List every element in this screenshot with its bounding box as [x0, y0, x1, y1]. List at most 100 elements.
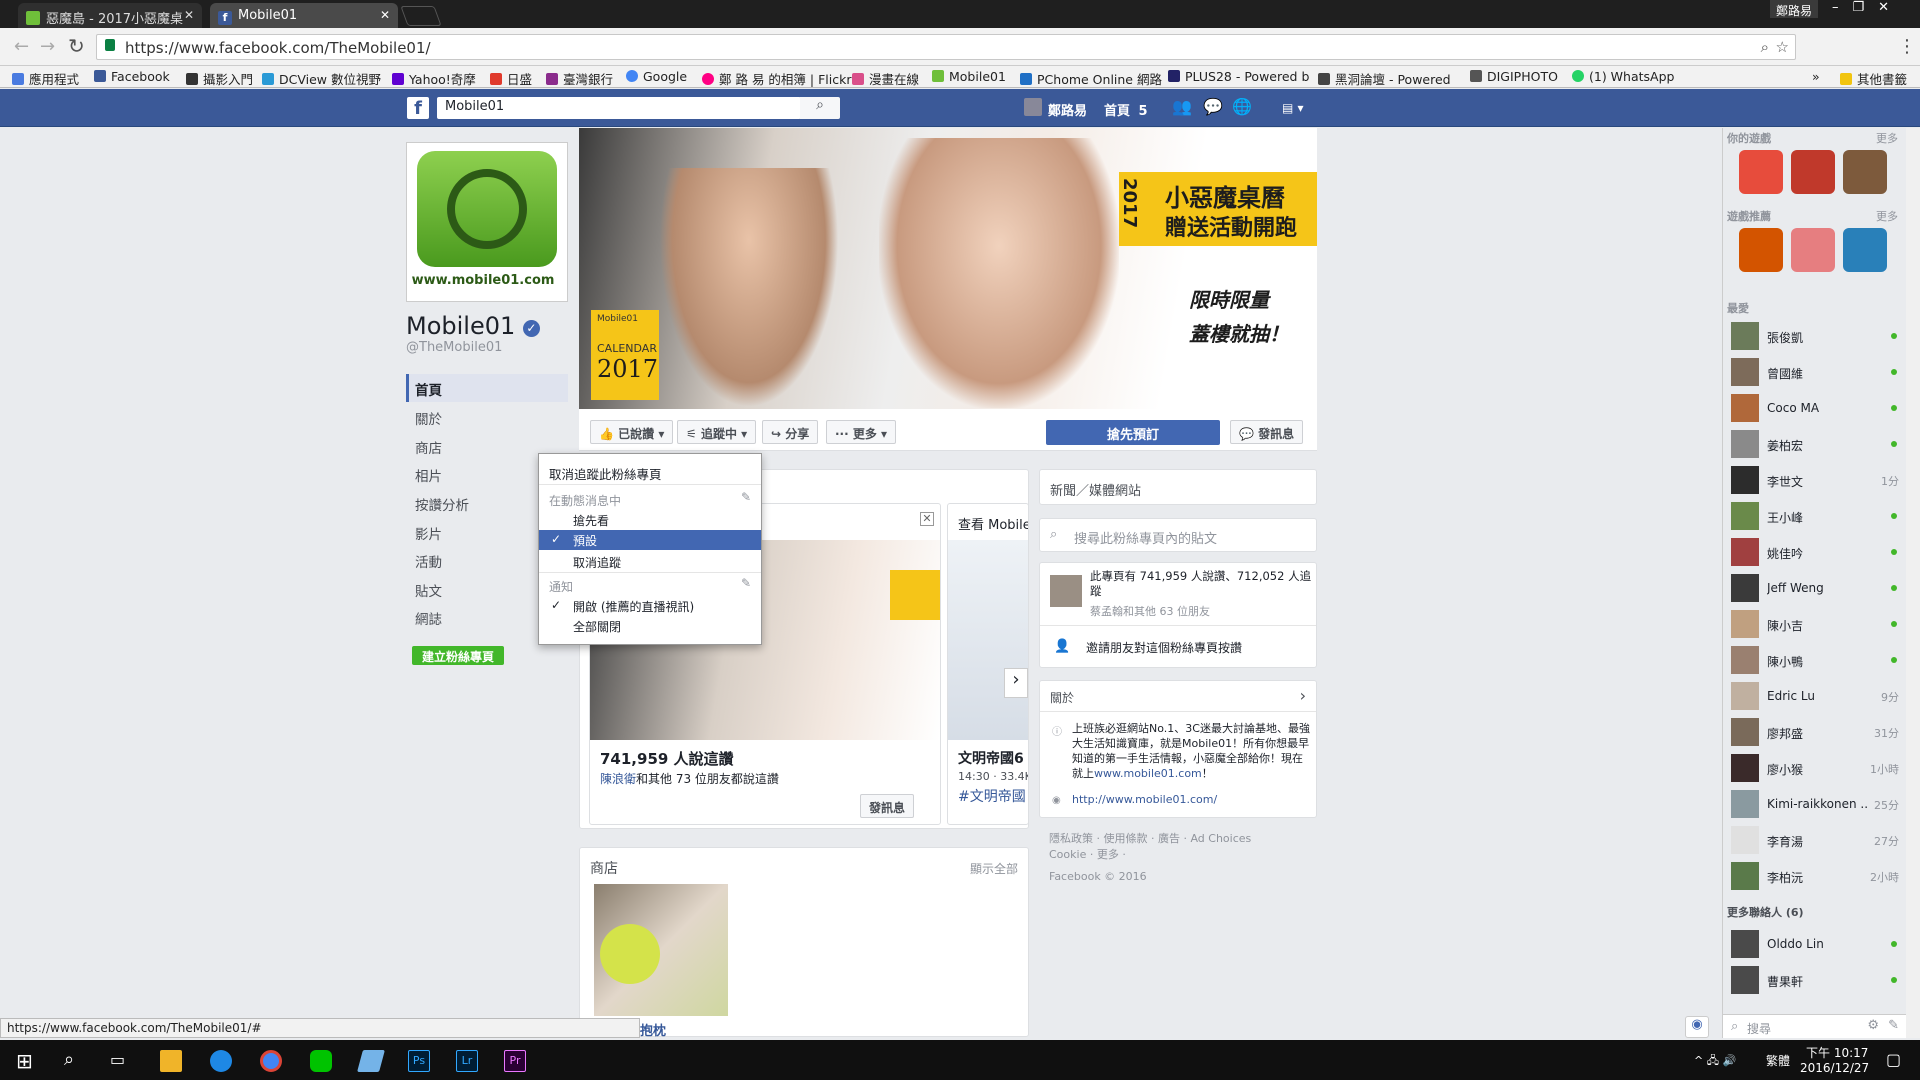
file-explorer-icon[interactable] [160, 1050, 182, 1072]
reload-icon[interactable]: ↻ [68, 34, 85, 58]
game-icon[interactable] [1739, 150, 1783, 194]
compose-icon[interactable]: ✎ [1888, 1018, 1899, 1033]
url-input[interactable]: https://www.facebook.com/TheMobile01/ ⌕ … [96, 34, 1796, 60]
bookmark-whatsapp[interactable]: (1) WhatsApp [1572, 69, 1674, 84]
game-icon[interactable] [1739, 228, 1783, 272]
close-icon[interactable]: ✕ [184, 8, 194, 22]
liked-button[interactable]: 👍 已說讚 ▾ [590, 420, 674, 444]
zoom-icon[interactable]: ⌕ [1761, 38, 1769, 56]
chat-friend-item[interactable]: 王小峰 [1731, 502, 1901, 532]
action-center-icon[interactable]: ▢ [1886, 1050, 1901, 1069]
footer-links-2[interactable]: Cookie · 更多 · [1049, 846, 1126, 862]
chat-friend-item[interactable]: 廖邦盛 31分 [1731, 718, 1901, 748]
game-icon[interactable] [1843, 150, 1887, 194]
shop-item-name[interactable]: 抱枕 [640, 1020, 666, 1039]
chat-friend-item[interactable]: 陳小鴨 [1731, 646, 1901, 676]
forward-arrow-icon[interactable]: → [40, 36, 55, 57]
post-card-2[interactable]: 查看 Mobile › 文明帝國6 14:30 · 33.4K #文明帝國 [947, 503, 1029, 825]
page-profile-picture[interactable]: www.mobile01.com [406, 142, 568, 302]
bookmarks-overflow-icon[interactable]: » [1812, 69, 1820, 84]
invite-friends-link[interactable]: 邀請朋友對這個粉絲專頁按讚 [1086, 639, 1242, 656]
tray-icons[interactable]: ^ 🖧 🔊 [1694, 1052, 1736, 1071]
game-icon[interactable] [1791, 228, 1835, 272]
menu-icon[interactable]: ⋮ [1898, 36, 1916, 57]
facebook-logo-icon[interactable]: f [407, 97, 429, 119]
clock-date[interactable]: 2016/12/27 [1800, 1061, 1869, 1075]
left-nav-about[interactable]: 關於 [415, 408, 442, 428]
bookmark-bot[interactable]: 臺灣銀行 [546, 69, 613, 88]
games-more-link[interactable]: 更多 [1876, 130, 1898, 146]
bookmark-other[interactable]: 其他書籤 [1840, 69, 1907, 88]
windows-start-icon[interactable]: ⊞ [16, 1049, 33, 1073]
chat-friend-item[interactable]: 李世文 1分 [1731, 466, 1901, 496]
nav-home[interactable]: 首頁 5 [1104, 100, 1148, 119]
page-post-search[interactable]: ⌕ 搜尋此粉絲專頁內的貼文 [1039, 518, 1317, 552]
left-nav-home[interactable]: 首頁 [415, 379, 442, 399]
following-button[interactable]: ⚟ 追蹤中 ▾ [677, 420, 757, 444]
game-recs-more-link[interactable]: 更多 [1876, 208, 1898, 224]
browser-tab-1[interactable]: 惡魔島 - 2017小惡魔桌 ✕ [18, 3, 202, 28]
shop-show-all-link[interactable]: 顯示全部 [970, 860, 1018, 877]
bookmark-pchome[interactable]: PChome Online 網路 [1020, 69, 1162, 88]
bookmark-manhua[interactable]: 漫畫在線 [852, 69, 919, 88]
page-scrollbar[interactable] [1906, 128, 1920, 1038]
left-nav-shop[interactable]: 商店 [415, 437, 442, 457]
menu-unfollow-page[interactable]: 取消追蹤此粉絲專頁 [539, 462, 761, 482]
bookmark-mobile01[interactable]: Mobile01 [932, 69, 1006, 84]
website-link[interactable]: http://www.mobile01.com/ [1072, 793, 1217, 806]
bookmark-blackhole[interactable]: 黑洞論壇 - Powered [1318, 69, 1451, 88]
new-tab-button[interactable] [400, 6, 442, 26]
pencil-icon[interactable]: ✎ [741, 576, 751, 590]
chrome-icon[interactable] [260, 1050, 282, 1072]
bookmark-jihsun[interactable]: 日盛 [490, 69, 532, 88]
chat-friend-item[interactable]: 姚佳吟 [1731, 538, 1901, 568]
close-icon[interactable]: ✕ [380, 8, 390, 22]
game-icon[interactable] [1843, 228, 1887, 272]
chat-friend-item[interactable]: Coco MA [1731, 394, 1901, 424]
search-icon[interactable]: ⌕ [800, 97, 840, 119]
chat-friend-item[interactable]: 陳小吉 [1731, 610, 1901, 640]
left-nav-events[interactable]: 活動 [415, 551, 442, 571]
chat-friend-item[interactable]: 李育湯 27分 [1731, 826, 1901, 856]
create-page-button[interactable]: 建立粉絲專頁 [412, 646, 504, 665]
photoshop-icon[interactable]: Ps [408, 1050, 430, 1072]
menu-all-off[interactable]: 全部關閉 [539, 616, 761, 634]
footer-links[interactable]: 隱私政策 · 使用條款 · 廣告 · Ad Choices [1049, 830, 1251, 846]
clock-time[interactable]: 下午 10:17 [1806, 1044, 1868, 1061]
chat-friend-item[interactable]: 廖小猴 1小時 [1731, 754, 1901, 784]
friend-requests-icon[interactable]: 👥 [1172, 97, 1192, 116]
notifications-globe-icon[interactable]: 🌐 [1232, 97, 1252, 116]
chat-friend-item[interactable]: 張俊凱 [1731, 322, 1901, 352]
send-message-button[interactable]: 💬 發訊息 [1230, 420, 1304, 444]
lightroom-icon[interactable]: Lr [456, 1050, 478, 1072]
chevron-right-icon[interactable]: › [1004, 668, 1028, 698]
star-icon[interactable]: ☆ [1776, 38, 1789, 56]
nav-profile-name[interactable]: 鄭路易 [1048, 100, 1087, 119]
bookmark-flickr[interactable]: 鄭 路 易 的相簿 | Flickr [702, 69, 851, 88]
app-icon[interactable] [357, 1050, 385, 1072]
chat-friend-item[interactable]: Kimi-raikkonen ... 25分 [1731, 790, 1901, 820]
chat-friend-item[interactable]: 曾國維 [1731, 358, 1901, 388]
bookmark-digiphoto[interactable]: DIGIPHOTO [1470, 69, 1558, 84]
back-arrow-icon[interactable]: ← [14, 36, 29, 57]
task-view-icon[interactable]: ▭ [110, 1050, 125, 1069]
left-nav-notes[interactable]: 網誌 [415, 608, 442, 628]
left-nav-insights[interactable]: 按讚分析 [415, 494, 469, 514]
close-icon[interactable]: ✕ [920, 512, 934, 526]
browser-tab-2[interactable]: f Mobile01 ✕ [210, 3, 398, 28]
bookmark-yahoo[interactable]: Yahoo!奇摩 [392, 69, 476, 88]
bookmark-facebook[interactable]: Facebook [94, 69, 170, 84]
pencil-icon[interactable]: ✎ [741, 490, 751, 504]
search-icon[interactable]: ⌕ [64, 1049, 74, 1070]
bookmark-photo-intro[interactable]: 攝影入門 [186, 69, 253, 88]
post-message-button[interactable]: 發訊息 [860, 794, 915, 818]
chat-friend-item[interactable]: 李柏沅 2小時 [1731, 862, 1901, 892]
chat-search-input[interactable]: ⌕ 搜尋 ⚙ ✎ [1723, 1014, 1907, 1038]
chat-friend-item[interactable]: 曹果軒 [1731, 966, 1901, 996]
avatar[interactable] [1024, 98, 1042, 116]
account-menu-icon[interactable]: ▤ ▾ [1282, 101, 1304, 115]
ime-indicator[interactable]: 繁體 [1766, 1052, 1790, 1069]
shop-item-image[interactable] [594, 884, 728, 1016]
left-nav-posts[interactable]: 貼文 [415, 580, 442, 600]
menu-see-first[interactable]: 搶先看 [539, 510, 761, 528]
